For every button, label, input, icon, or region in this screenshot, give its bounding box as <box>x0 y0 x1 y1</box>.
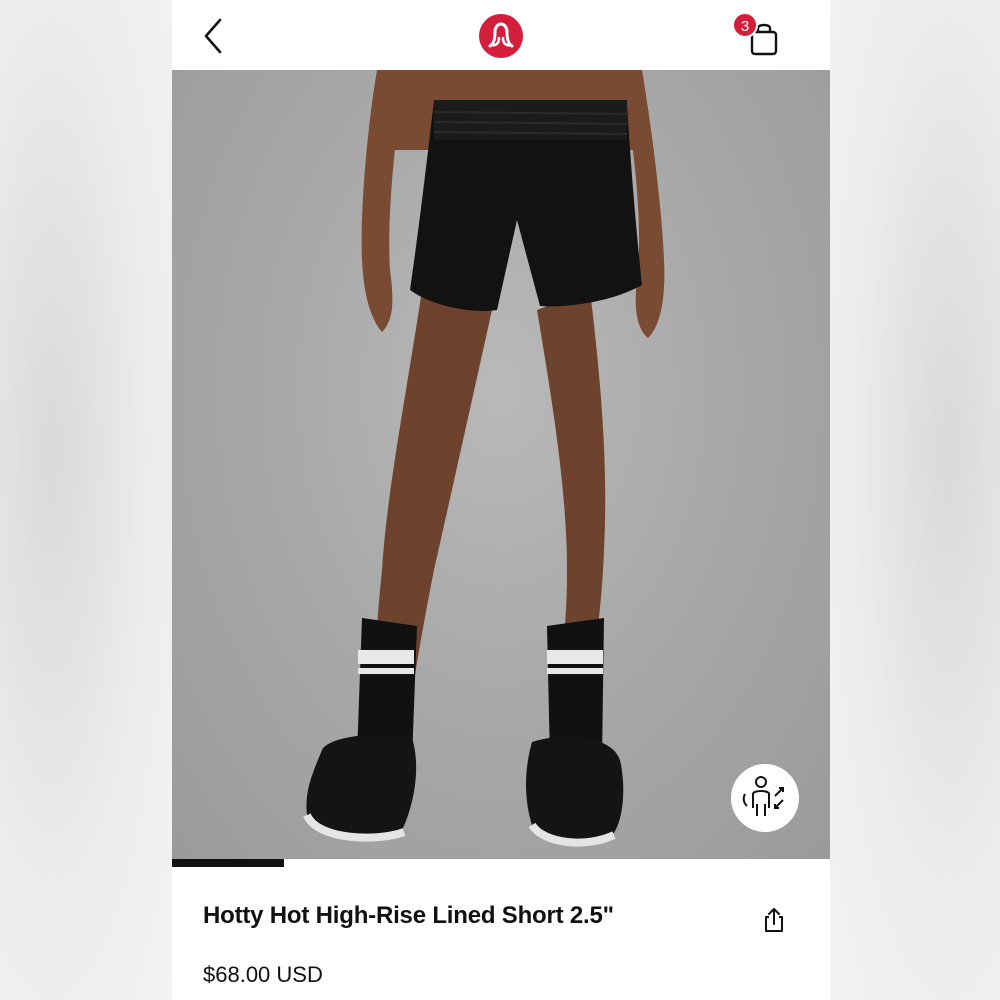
virtual-try-on-button[interactable] <box>731 764 799 832</box>
product-title: Hotty Hot High-Rise Lined Short 2.5" <box>203 902 614 929</box>
gallery-progress-indicator <box>172 859 284 867</box>
product-image[interactable] <box>172 70 830 867</box>
bag-count-badge: 3 <box>732 12 758 38</box>
back-button[interactable] <box>196 14 236 58</box>
chevron-left-icon <box>204 18 222 54</box>
share-button[interactable] <box>762 906 786 934</box>
lululemon-logo[interactable] <box>478 13 524 59</box>
product-price: $68.00 USD <box>203 962 323 987</box>
top-nav-bar: 3 <box>172 0 830 70</box>
virtual-try-on-icon <box>742 776 784 816</box>
share-icon <box>765 908 783 932</box>
product-page: 3 Hotty Hot High-Rise Lined Short 2.5" $… <box>172 0 830 1000</box>
